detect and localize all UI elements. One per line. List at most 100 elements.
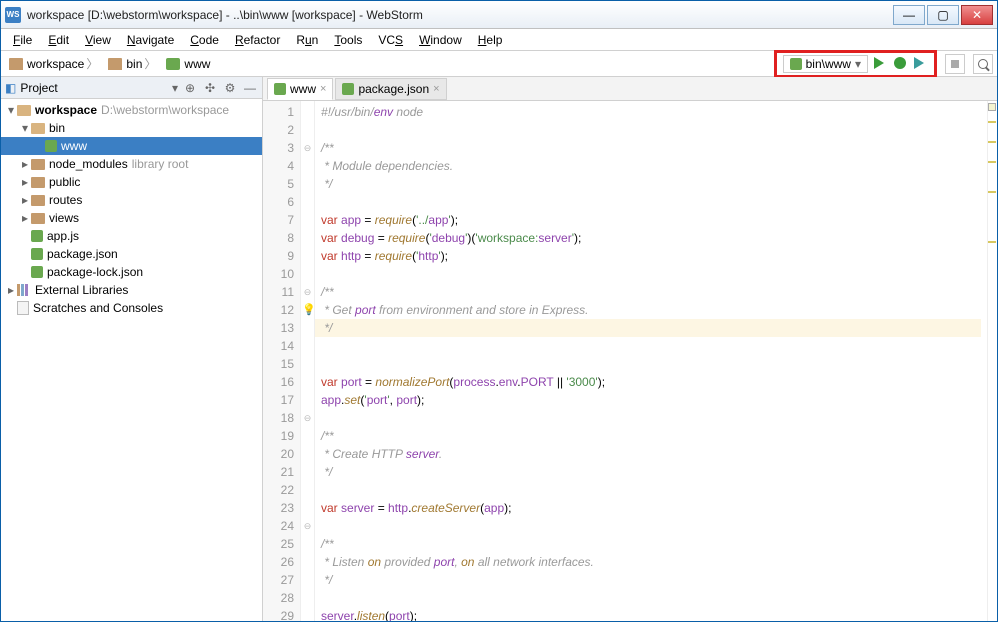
- stop-icon: [951, 60, 959, 68]
- warning-marker[interactable]: [988, 141, 996, 143]
- window-title: workspace [D:\webstorm\workspace] - ..\b…: [27, 8, 891, 22]
- tree-external-libraries[interactable]: ▸External Libraries: [1, 281, 262, 299]
- close-icon[interactable]: ×: [320, 83, 326, 95]
- tree-note: library root: [132, 157, 189, 171]
- folder-icon: [108, 58, 122, 70]
- hide-button[interactable]: —: [242, 80, 258, 96]
- expand-all-icon[interactable]: ✣: [202, 80, 218, 96]
- run-coverage-button[interactable]: [914, 57, 928, 71]
- library-icon: [17, 284, 31, 296]
- tree-node-modules[interactable]: ▸ node_modules library root: [1, 155, 262, 173]
- fold-gutter[interactable]: ⊖ ⊖ ⊖ ⊖ ⊖ ⊖: [301, 101, 315, 621]
- tree-label: node_modules: [49, 157, 128, 171]
- tree-label: www: [61, 139, 87, 153]
- editor-tabs: www × package.json ×: [263, 77, 997, 101]
- tree-views[interactable]: ▸ views: [1, 209, 262, 227]
- expand-icon[interactable]: ▾: [5, 103, 17, 117]
- window-controls: — ▢ ✕: [891, 5, 993, 25]
- menu-vcs[interactable]: VCS: [372, 31, 409, 49]
- crumb-label: bin: [126, 57, 142, 71]
- chevron-down-icon: ▾: [855, 57, 861, 71]
- tree-appjs[interactable]: app.js: [1, 227, 262, 245]
- tree-package-lock[interactable]: package-lock.json: [1, 263, 262, 281]
- menu-view[interactable]: View: [79, 31, 117, 49]
- menu-navigate[interactable]: Navigate: [121, 31, 180, 49]
- tree-root[interactable]: ▾ workspace D:\webstorm\workspace: [1, 101, 262, 119]
- run-configuration-dropdown[interactable]: bin\www ▾: [783, 55, 868, 73]
- code-area[interactable]: #!/usr/bin/env node /** * Module depende…: [315, 101, 987, 621]
- toolbar-right: bin\www ▾: [774, 50, 993, 78]
- nodejs-icon: [274, 83, 286, 95]
- crumb-label: www: [184, 57, 210, 71]
- tree-public[interactable]: ▸ public: [1, 173, 262, 191]
- minimize-button[interactable]: —: [893, 5, 925, 25]
- folder-icon: [9, 58, 23, 70]
- tree-routes[interactable]: ▸ routes: [1, 191, 262, 209]
- editor-area: www × package.json × 1 2 3 4 5 6 7 8 9 10 …: [263, 77, 997, 621]
- breadcrumb-bin[interactable]: bin: [104, 53, 162, 74]
- expand-icon[interactable]: ▸: [5, 283, 17, 297]
- menu-code[interactable]: Code: [184, 31, 225, 49]
- tree-note: D:\webstorm\workspace: [101, 103, 229, 117]
- expand-icon[interactable]: ▸: [19, 175, 31, 189]
- tab-package-json[interactable]: package.json ×: [335, 78, 446, 100]
- menu-run[interactable]: Run: [290, 31, 324, 49]
- tree-www[interactable]: www: [1, 137, 262, 155]
- close-icon[interactable]: ×: [433, 83, 439, 95]
- menu-help[interactable]: Help: [472, 31, 509, 49]
- menu-edit[interactable]: Edit: [42, 31, 75, 49]
- menu-refactor[interactable]: Refactor: [229, 31, 286, 49]
- editor-body[interactable]: 1 2 3 4 5 6 7 8 9 10 11 12 13 14 15 16 1…: [263, 101, 997, 621]
- tree-label: views: [49, 211, 79, 225]
- crumb-label: workspace: [27, 57, 84, 71]
- nodejs-icon: [31, 248, 43, 260]
- gear-icon[interactable]: ⚙: [222, 80, 238, 96]
- breadcrumb: workspace bin www: [5, 53, 774, 74]
- error-stripe[interactable]: [987, 101, 997, 621]
- expand-icon[interactable]: ▸: [19, 193, 31, 207]
- tree-scratches[interactable]: Scratches and Consoles: [1, 299, 262, 317]
- tab-label: package.json: [358, 82, 429, 96]
- tree-label: routes: [49, 193, 82, 207]
- tree-package-json[interactable]: package.json: [1, 245, 262, 263]
- analysis-status-icon[interactable]: [988, 103, 996, 111]
- project-tree[interactable]: ▾ workspace D:\webstorm\workspace ▾bin www…: [1, 99, 262, 621]
- select-opened-file-icon[interactable]: ⊕: [182, 80, 198, 96]
- debug-button[interactable]: [894, 57, 908, 71]
- warning-marker[interactable]: [988, 241, 996, 243]
- warning-marker[interactable]: [988, 121, 996, 123]
- close-button[interactable]: ✕: [961, 5, 993, 25]
- folder-icon: [31, 159, 45, 170]
- breadcrumb-workspace[interactable]: workspace: [5, 53, 104, 74]
- expand-icon[interactable]: ▸: [19, 211, 31, 225]
- breadcrumb-www[interactable]: www: [162, 55, 218, 73]
- tree-label: public: [49, 175, 80, 189]
- project-tool-window: ◧ Project ▾ ⊕ ✣ ⚙ — ▾ workspace D:\webstor…: [1, 77, 263, 621]
- menubar: File Edit View Navigate Code Refactor Ru…: [1, 29, 997, 51]
- tree-bin[interactable]: ▾bin: [1, 119, 262, 137]
- project-icon: ◧: [5, 81, 16, 95]
- project-header: ◧ Project ▾ ⊕ ✣ ⚙ —: [1, 77, 262, 99]
- bug-icon: [894, 57, 906, 69]
- tab-www[interactable]: www ×: [267, 78, 333, 100]
- expand-icon[interactable]: ▾: [19, 121, 31, 135]
- tree-label: package.json: [47, 247, 118, 261]
- warning-marker[interactable]: [988, 161, 996, 163]
- chevron-down-icon[interactable]: ▾: [172, 81, 178, 95]
- expand-icon[interactable]: ▸: [19, 157, 31, 171]
- stop-button[interactable]: [945, 54, 965, 74]
- maximize-button[interactable]: ▢: [927, 5, 959, 25]
- tree-label: workspace: [35, 103, 97, 117]
- folder-icon: [31, 177, 45, 188]
- menu-window[interactable]: Window: [413, 31, 468, 49]
- nodejs-icon: [166, 58, 180, 70]
- play-icon: [874, 57, 884, 69]
- folder-icon: [31, 213, 45, 224]
- menu-tools[interactable]: Tools: [328, 31, 368, 49]
- line-number-gutter: 1 2 3 4 5 6 7 8 9 10 11 12 13 14 15 16 1…: [263, 101, 301, 621]
- menu-file[interactable]: File: [7, 31, 38, 49]
- tab-label: www: [290, 82, 316, 96]
- run-button[interactable]: [874, 57, 888, 71]
- warning-marker[interactable]: [988, 191, 996, 193]
- search-everywhere-button[interactable]: [973, 54, 993, 74]
